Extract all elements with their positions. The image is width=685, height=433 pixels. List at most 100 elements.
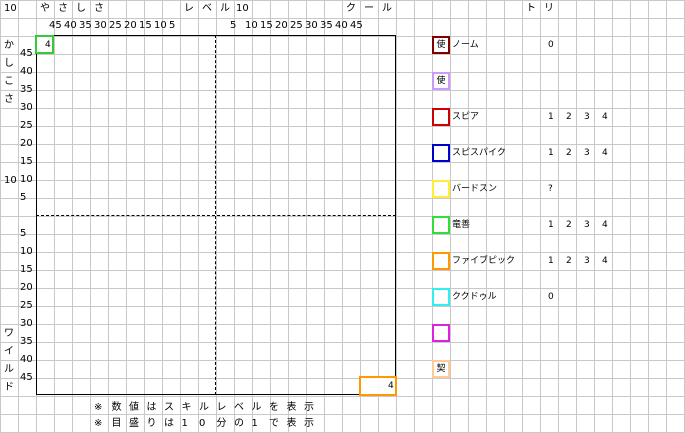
legend-color-box [432,180,450,198]
x-tick-left: 10 [154,20,167,31]
legend-color-box: 使 [432,72,450,90]
x-tick-left: 20 [124,20,137,31]
y-tick-bottom: 5 [20,228,27,239]
legend-tori-value: 4 [602,148,608,158]
y-tick-top: 20 [20,138,33,149]
note-char: は [146,402,157,413]
legend-color-box [432,108,450,126]
header-level-re: レ [184,3,194,14]
legend-tori-value: 3 [584,112,590,122]
note-char: 1 [181,418,188,429]
note-char: の [234,418,244,429]
horizontal-center-line [36,215,396,216]
left-label-ko: こ [4,76,14,87]
header-cool-2: ー [364,3,374,14]
x-tick-left: 40 [64,20,77,31]
note-char: レ [216,402,227,413]
x-tick-right: 30 [305,20,318,31]
header-level-ru: ル [220,3,230,14]
y-tick-bottom: 35 [20,336,33,347]
note-char: 0 [199,418,206,429]
legend-color-box [432,216,450,234]
legend-tori-value: 2 [566,148,572,158]
legend-label: バードスン [452,184,498,194]
note-char: 示 [304,402,314,413]
legend-tori-value: 4 [602,220,608,230]
y-tick-bottom: 15 [20,264,33,275]
legend-label: スピスパイク [452,148,506,158]
header-tori-1: ト [526,3,536,14]
note-char: ル [251,402,262,413]
x-tick-left: 30 [94,20,107,31]
y-tick-bottom: 30 [20,318,33,329]
legend-tori-value: 0 [548,292,554,302]
legend-tori-value: ? [548,184,553,194]
legend-label: スピア [452,112,480,122]
x-tick-left: 15 [139,20,152,31]
legend-tori-value: 1 [548,220,554,230]
note-char: 数 [111,402,122,413]
header-level-left: 10 [4,3,17,14]
left-label-shi: し [4,58,14,69]
legend-color-box: 契 [432,360,450,378]
note-char: ス [164,402,174,413]
y-tick-top: 35 [20,84,33,95]
y-tick-bottom: 20 [20,282,33,293]
legend-label: ククドゥル [452,292,497,302]
legend-color-box: 使 [432,36,450,54]
x-tick-right: 35 [320,20,333,31]
y-tick-top: 45 [20,48,33,59]
note-char: ベ [234,402,244,413]
header-yasashisa-3: し [76,3,86,14]
legend-tori-value: 2 [566,256,572,266]
legend-label: 竜善 [452,220,471,230]
spreadsheet: 10 や さ し さ レ ベ ル 10 ク ー ル ト リ 45 40 35 30 25… [0,0,685,433]
header-yasashisa-2: さ [58,3,68,14]
note-char: 1 [251,418,258,429]
marker-orange-value: 4 [388,381,394,391]
x-tick-left: 45 [49,20,62,31]
x-tick-right: 15 [260,20,273,31]
y-tick-top: 25 [20,120,33,131]
header-level-be: ベ [202,3,212,14]
note-char: ル [199,402,209,413]
x-tick-right: 20 [275,20,288,31]
y-tick-bottom: 10 [20,246,33,257]
note-char: キ [181,402,192,413]
x-tick-right: 45 [350,20,363,31]
legend-tori-value: 3 [584,220,590,230]
legend-color-box [432,324,450,342]
note-char: り [146,418,157,429]
left-level-value: 10 [4,175,17,186]
y-tick-top: 30 [20,102,33,113]
note-char: 目 [111,418,122,429]
y-tick-top: 10 [20,174,33,185]
y-tick-top: 5 [20,192,27,203]
header-yasashisa-1: や [40,3,50,14]
legend-tori-value: 1 [548,112,554,122]
note-char: 表 [286,402,297,413]
legend-label: ノーム [452,40,479,50]
header-cool-3: ル [382,3,392,14]
y-tick-top: 15 [20,156,33,167]
y-tick-bottom: 25 [20,300,33,311]
y-tick-bottom: 45 [20,372,33,383]
x-tick-right: 25 [290,20,303,31]
y-tick-top: 40 [20,66,33,77]
legend-tori-value: 4 [602,256,608,266]
legend-color-box [432,144,450,162]
legend-label: ファイブピック [452,256,516,266]
legend-tori-value: 3 [584,148,590,158]
marker-green-value: 4 [45,40,51,50]
legend-tori-value: 0 [548,40,554,50]
y-tick-bottom: 40 [20,354,33,365]
note-char: ※ [94,418,103,429]
legend-tori-value: 1 [548,256,554,266]
left-label-do: ド [4,382,14,393]
legend-tori-value: 3 [584,256,590,266]
x-tick-left: 35 [79,20,92,31]
x-tick-right: 5 [230,20,237,31]
note-char: 値 [129,402,139,413]
left-label-i: イ [4,346,14,357]
x-tick-left: 5 [169,20,176,31]
